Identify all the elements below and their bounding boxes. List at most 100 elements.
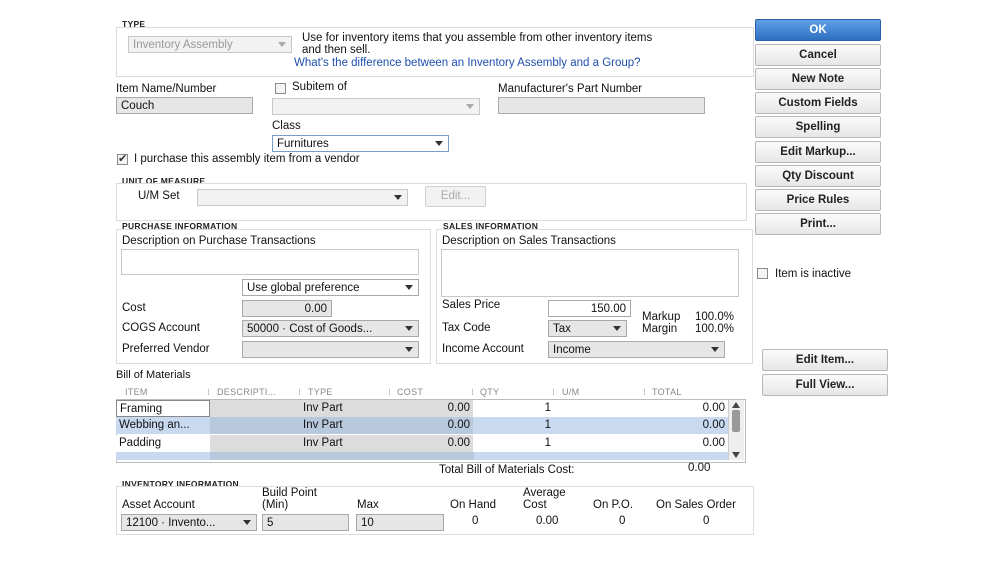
item-name-input[interactable]: Couch xyxy=(116,97,253,114)
bom-cost-cell: 0.00 xyxy=(390,435,473,452)
bom-qty-cell[interactable]: 1 xyxy=(473,417,554,434)
bom-scrollbar[interactable] xyxy=(728,400,744,460)
build-point-min-label: (Min) xyxy=(262,499,289,511)
type-difference-link[interactable]: What's the difference between an Invento… xyxy=(294,57,641,69)
on-po-value: 0 xyxy=(619,515,626,527)
bom-type-cell: Inv Part xyxy=(300,400,390,417)
price-rules-button[interactable]: Price Rules xyxy=(755,189,881,211)
bom-item-cell[interactable]: Padding xyxy=(116,435,210,452)
bom-um-cell[interactable] xyxy=(554,400,644,417)
col-divider: ⁝ xyxy=(552,387,556,397)
scroll-thumb[interactable] xyxy=(732,410,740,432)
bom-col-cost[interactable]: COST xyxy=(397,387,423,397)
cogs-select[interactable]: 50000 · Cost of Goods... xyxy=(242,320,419,337)
mpn-input[interactable] xyxy=(498,97,705,114)
bom-total-cell: 0.00 xyxy=(644,435,728,452)
print-button[interactable]: Print... xyxy=(755,213,881,235)
um-edit-button[interactable]: Edit... xyxy=(425,186,486,207)
bom-qty-cell[interactable]: 1 xyxy=(473,435,554,452)
bom-col-um[interactable]: U/M xyxy=(562,387,579,397)
cancel-button[interactable]: Cancel xyxy=(755,44,881,66)
bom-item-cell[interactable]: Framing xyxy=(116,400,210,417)
scroll-up-icon[interactable] xyxy=(732,402,740,408)
bom-col-description[interactable]: DESCRIPTI... xyxy=(217,387,276,397)
type-description-line2: and then sell. xyxy=(302,44,371,56)
preferred-vendor-label: Preferred Vendor xyxy=(122,343,210,355)
table-row[interactable]: Framing Inv Part 0.00 1 0.00 xyxy=(116,400,728,417)
table-row-empty[interactable] xyxy=(116,452,728,460)
item-inactive-checkbox[interactable] xyxy=(757,268,768,279)
on-hand-label: On Hand xyxy=(450,499,497,511)
col-divider: ⁝ xyxy=(643,387,647,397)
full-view-button[interactable]: Full View... xyxy=(762,374,888,396)
margin-value: 100.0% xyxy=(695,323,735,335)
purchase-preference-value: Use global preference xyxy=(247,282,360,294)
custom-fields-button[interactable]: Custom Fields xyxy=(755,92,881,114)
class-label: Class xyxy=(272,120,301,132)
tax-code-label: Tax Code xyxy=(442,322,491,334)
bom-col-qty[interactable]: QTY xyxy=(480,387,499,397)
subitem-checkbox[interactable] xyxy=(275,83,286,94)
chevron-down-icon xyxy=(405,285,413,290)
max-input[interactable]: 10 xyxy=(356,514,444,531)
bom-edit-cell[interactable] xyxy=(474,452,728,460)
um-set-select[interactable] xyxy=(197,189,408,206)
bom-type-cell: Inv Part xyxy=(300,417,390,434)
col-divider: ⁝ xyxy=(471,387,475,397)
bom-item-cell[interactable]: Webbing an... xyxy=(116,417,210,434)
avg-cost-label: Average xyxy=(523,487,566,499)
edit-markup-button[interactable]: Edit Markup... xyxy=(755,141,881,163)
chevron-down-icon xyxy=(243,520,251,525)
income-account-select[interactable]: Income xyxy=(548,341,725,358)
purchase-from-vendor-checkbox[interactable] xyxy=(117,152,128,165)
table-row[interactable]: Webbing an... Inv Part 0.00 1 0.00 xyxy=(116,417,728,434)
subitem-select[interactable] xyxy=(272,98,480,115)
build-point-input[interactable]: 5 xyxy=(262,514,349,531)
class-select[interactable]: Furnitures xyxy=(272,135,449,152)
scroll-down-icon[interactable] xyxy=(732,452,740,458)
item-type-select[interactable]: Inventory Assembly xyxy=(128,36,292,53)
bom-desc-cell xyxy=(210,417,300,434)
ok-button[interactable]: OK xyxy=(755,19,881,41)
edit-item-button[interactable]: Edit Item... xyxy=(762,349,888,371)
purchase-desc-input[interactable] xyxy=(121,249,419,275)
chevron-down-icon xyxy=(466,104,474,109)
bom-um-cell[interactable] xyxy=(554,435,644,452)
table-row[interactable]: Padding Inv Part 0.00 1 0.00 xyxy=(116,435,728,452)
bom-type-cell: Inv Part xyxy=(300,435,390,452)
spelling-button[interactable]: Spelling xyxy=(755,116,881,138)
item-name-label: Item Name/Number xyxy=(116,83,217,95)
bom-col-total[interactable]: TOTAL xyxy=(652,387,682,397)
col-divider: ⁝ xyxy=(388,387,392,397)
col-divider: ⁝ xyxy=(207,387,211,397)
chevron-down-icon xyxy=(613,326,621,331)
bom-cost-cell: 0.00 xyxy=(390,400,473,417)
purchase-from-vendor-label: I purchase this assembly item from a ven… xyxy=(134,153,360,165)
avg-cost-value: 0.00 xyxy=(536,515,559,527)
cost-label: Cost xyxy=(122,302,146,314)
bom-total-cell: 0.00 xyxy=(644,417,728,434)
cost-input[interactable]: 0.00 xyxy=(242,300,332,317)
sales-price-input[interactable]: 150.00 xyxy=(548,300,631,317)
chevron-down-icon xyxy=(405,326,413,331)
qty-discount-button[interactable]: Qty Discount xyxy=(755,165,881,187)
asset-account-value: 12100 · Invento... xyxy=(126,517,216,529)
new-note-button[interactable]: New Note xyxy=(755,68,881,90)
bom-col-item[interactable]: ITEM xyxy=(125,387,148,397)
bom-item-cell[interactable] xyxy=(116,452,210,460)
chevron-down-icon xyxy=(405,347,413,352)
max-label: Max xyxy=(357,499,379,511)
bom-um-cell[interactable] xyxy=(554,417,644,434)
asset-account-select[interactable]: 12100 · Invento... xyxy=(121,514,257,531)
avg-cost-label-2: Cost xyxy=(523,499,547,511)
tax-code-select[interactable]: Tax xyxy=(548,320,627,337)
income-account-value: Income xyxy=(553,344,591,356)
sales-desc-input[interactable] xyxy=(441,249,739,297)
bom-qty-cell[interactable]: 1 xyxy=(473,400,554,417)
item-type-value: Inventory Assembly xyxy=(133,39,233,51)
markup-label: Markup xyxy=(642,311,681,323)
bom-col-type[interactable]: TYPE xyxy=(308,387,333,397)
subitem-label: Subitem of xyxy=(292,81,347,93)
purchase-preference-select[interactable]: Use global preference xyxy=(242,279,419,296)
preferred-vendor-select[interactable] xyxy=(242,341,419,358)
